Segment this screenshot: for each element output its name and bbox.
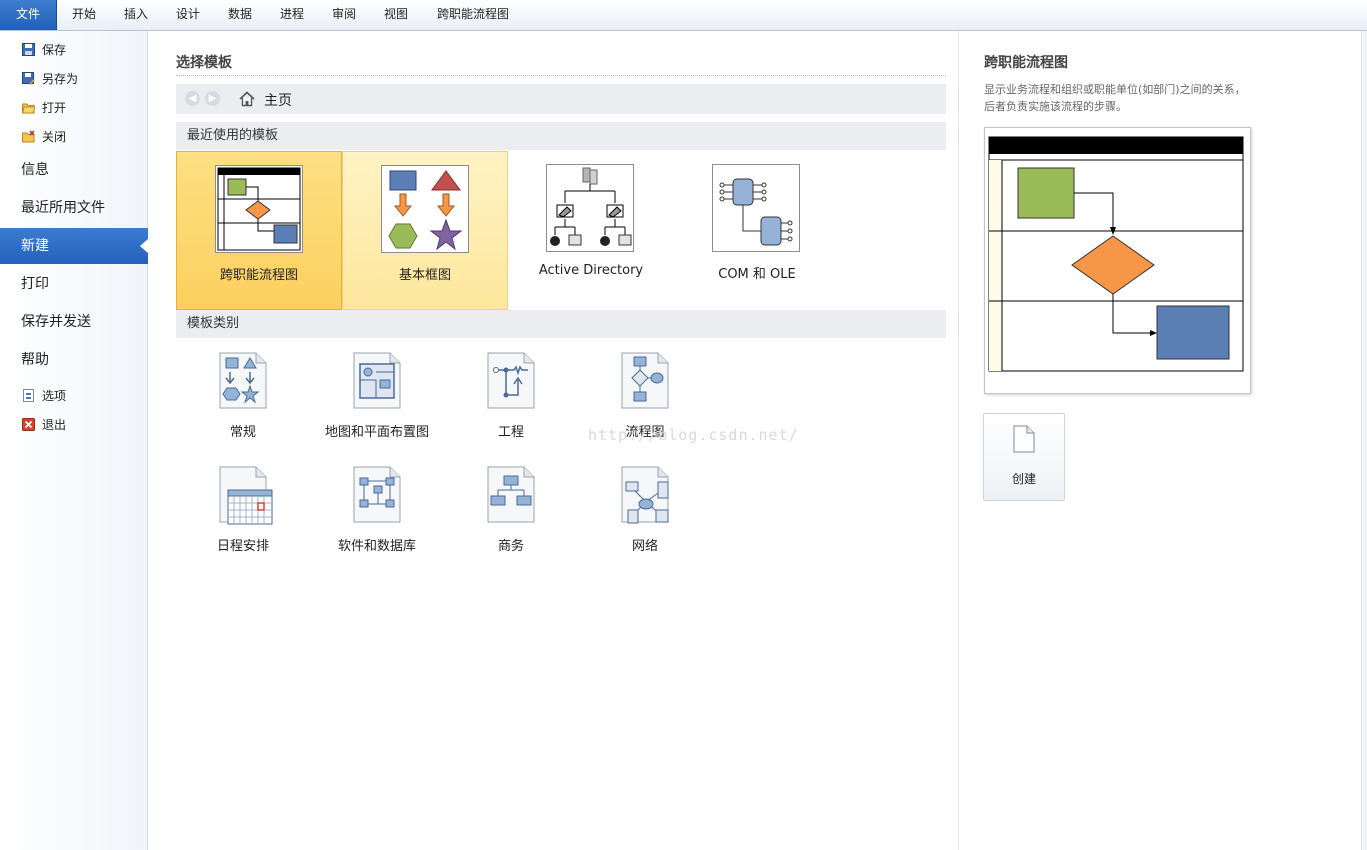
nav-exit[interactable]: 退出 [22,413,66,435]
watermark-text: http://blog.csdn.net/ [588,426,799,444]
template-com-ole[interactable]: COM 和 OLE [674,151,840,310]
options-icon [22,388,35,402]
nav-info[interactable]: 信息 [0,152,148,188]
category-label: 工程 [497,425,524,440]
preview-title: 跨职能流程图 [984,55,1068,71]
forward-arrow-icon[interactable]: ▶ [205,91,220,106]
category-network[interactable]: 网络 [578,464,712,564]
nav-save-label: 保存 [42,42,67,57]
pane-divider [958,31,959,850]
category-label: 网络 [631,539,658,554]
template-active-directory[interactable]: Active Directory [508,151,674,310]
close-folder-icon [22,129,35,143]
breadcrumb: ◀ ▶ 主页 [176,84,946,114]
category-label: 商务 [497,539,524,554]
cross-functional-thumbnail [215,165,303,253]
nav-open-label: 打开 [42,100,67,115]
tab-file[interactable]: 文件 [0,0,57,30]
open-folder-icon [21,101,36,114]
nav-save-as-label: 另存为 [42,71,79,86]
template-basic-block[interactable]: 基本框图 [342,151,508,310]
category-software-database[interactable]: 软件和数据库 [310,464,444,564]
business-category-icon [480,464,542,528]
tab-cross-functional[interactable]: 跨职能流程图 [437,0,509,30]
basic-block-thumbnail [381,165,469,253]
nav-recent[interactable]: 最近所用文件 [0,190,148,226]
category-engineering[interactable]: 工程 [444,350,578,450]
breadcrumb-home[interactable]: 主页 [264,90,292,110]
nav-save-as[interactable]: 另存为 [22,67,78,89]
title-divider [176,75,946,76]
nav-close-label: 关闭 [42,129,67,144]
flowchart-category-icon [614,350,676,414]
tab-data[interactable]: 数据 [228,0,252,30]
nav-help[interactable]: 帮助 [0,342,148,378]
nav-print[interactable]: 打印 [0,266,148,302]
preview-description: 显示业务流程和组织或职能单位(如部门)之间的关系，后者负责实施该流程的步骤。 [984,83,1246,113]
backstage-nav: 保存 另存为 打开 关闭 信息 最近所用文件 新建 打印 保存并发送 帮助 选项… [0,31,149,850]
template-label: Active Directory [538,263,644,278]
tab-insert[interactable]: 插入 [124,0,148,30]
com-ole-thumbnail [712,164,800,252]
category-schedule[interactable]: 日程安排 [176,464,310,564]
tab-view[interactable]: 视图 [384,0,408,30]
tab-design[interactable]: 设计 [176,0,200,30]
home-icon[interactable] [238,90,256,108]
maps-floorplans-category-icon [346,350,408,414]
schedule-calendar-icon [212,464,274,528]
nav-options-label: 选项 [42,388,67,403]
ribbon-tab-bar: 文件 开始 插入 设计 数据 进程 审阅 视图 跨职能流程图 [0,0,1367,31]
tab-review[interactable]: 审阅 [332,0,356,30]
page-title: 选择模板 [176,55,232,71]
template-label: COM 和 OLE [718,267,796,282]
tab-home[interactable]: 开始 [72,0,96,30]
save-as-icon [22,71,35,85]
active-directory-thumbnail [546,164,634,252]
nav-save-send[interactable]: 保存并发送 [0,304,148,340]
category-business[interactable]: 商务 [444,464,578,564]
category-label: 软件和数据库 [337,539,416,554]
recent-templates-heading: 最近使用的模板 [176,122,946,150]
create-button-label: 创建 [1011,472,1036,486]
nav-options[interactable]: 选项 [22,384,66,406]
software-database-category-icon [346,464,408,528]
category-general[interactable]: 常规 [176,350,310,450]
tab-process[interactable]: 进程 [280,0,304,30]
template-label: 基本框图 [398,268,451,283]
network-category-icon [614,464,676,528]
template-cross-functional[interactable]: 跨职能流程图 [176,151,342,310]
nav-save[interactable]: 保存 [22,38,66,60]
template-categories-heading: 模板类别 [176,310,946,338]
new-document-icon [1013,425,1035,453]
save-icon [22,42,35,56]
engineering-category-icon [480,350,542,414]
category-label: 地图和平面布置图 [324,425,429,440]
nav-new[interactable]: 新建 [0,228,149,264]
exit-icon [22,417,35,431]
scrollbar-track[interactable] [1361,31,1367,850]
template-preview-image [984,127,1251,394]
back-arrow-icon[interactable]: ◀ [185,91,200,106]
template-label: 跨职能流程图 [219,268,298,283]
category-label: 日程安排 [216,539,269,554]
general-category-icon [212,350,274,414]
category-label: 常规 [229,425,256,440]
nav-exit-label: 退出 [42,417,67,432]
nav-close[interactable]: 关闭 [22,125,66,147]
create-button[interactable]: 创建 [983,413,1065,501]
category-maps-floorplans[interactable]: 地图和平面布置图 [310,350,444,450]
nav-open[interactable]: 打开 [21,96,67,118]
